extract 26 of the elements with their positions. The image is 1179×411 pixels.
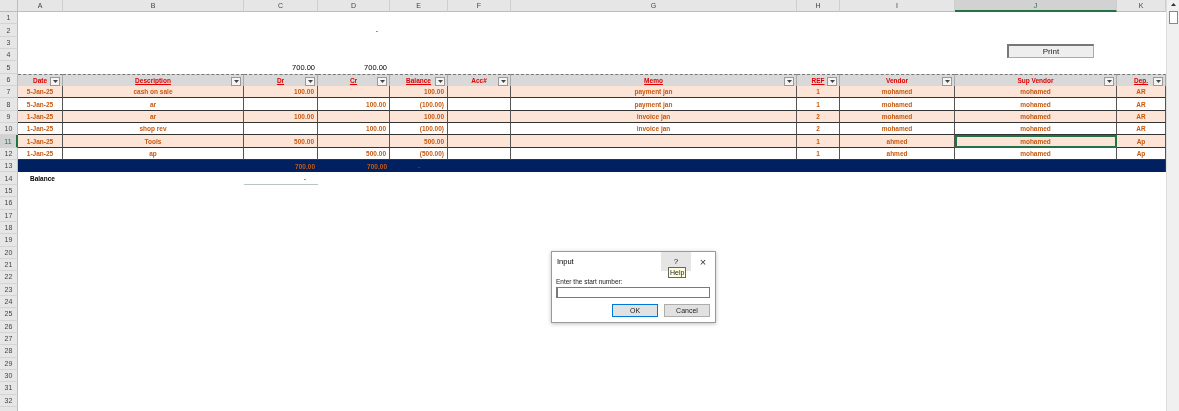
caret-icon xyxy=(307,79,313,83)
filter-button[interactable] xyxy=(50,76,60,86)
filter-button[interactable] xyxy=(942,76,952,86)
filter-button[interactable] xyxy=(784,76,794,86)
filter-button[interactable] xyxy=(231,76,241,86)
caret-icon xyxy=(1155,79,1161,83)
print-button[interactable]: Print xyxy=(1007,44,1094,58)
caret-icon xyxy=(829,79,835,83)
filter-button[interactable] xyxy=(305,76,315,86)
filter-button[interactable] xyxy=(435,76,445,86)
filter-button[interactable] xyxy=(377,76,387,86)
caret-icon xyxy=(786,79,792,83)
caret-icon xyxy=(233,79,239,83)
caret-icon xyxy=(500,79,506,83)
caret-icon xyxy=(944,79,950,83)
filter-button[interactable] xyxy=(827,76,837,86)
caret-icon xyxy=(1106,79,1112,83)
caret-icon xyxy=(437,79,443,83)
scrollbar-thumb[interactable] xyxy=(1168,11,1178,24)
input-field[interactable] xyxy=(556,287,710,298)
filter-button[interactable] xyxy=(1153,76,1163,86)
caret-icon xyxy=(379,79,385,83)
caret-icon xyxy=(52,79,58,83)
filter-button[interactable] xyxy=(498,76,508,86)
filter-button[interactable] xyxy=(1104,76,1114,86)
close-button[interactable]: × xyxy=(691,252,715,271)
